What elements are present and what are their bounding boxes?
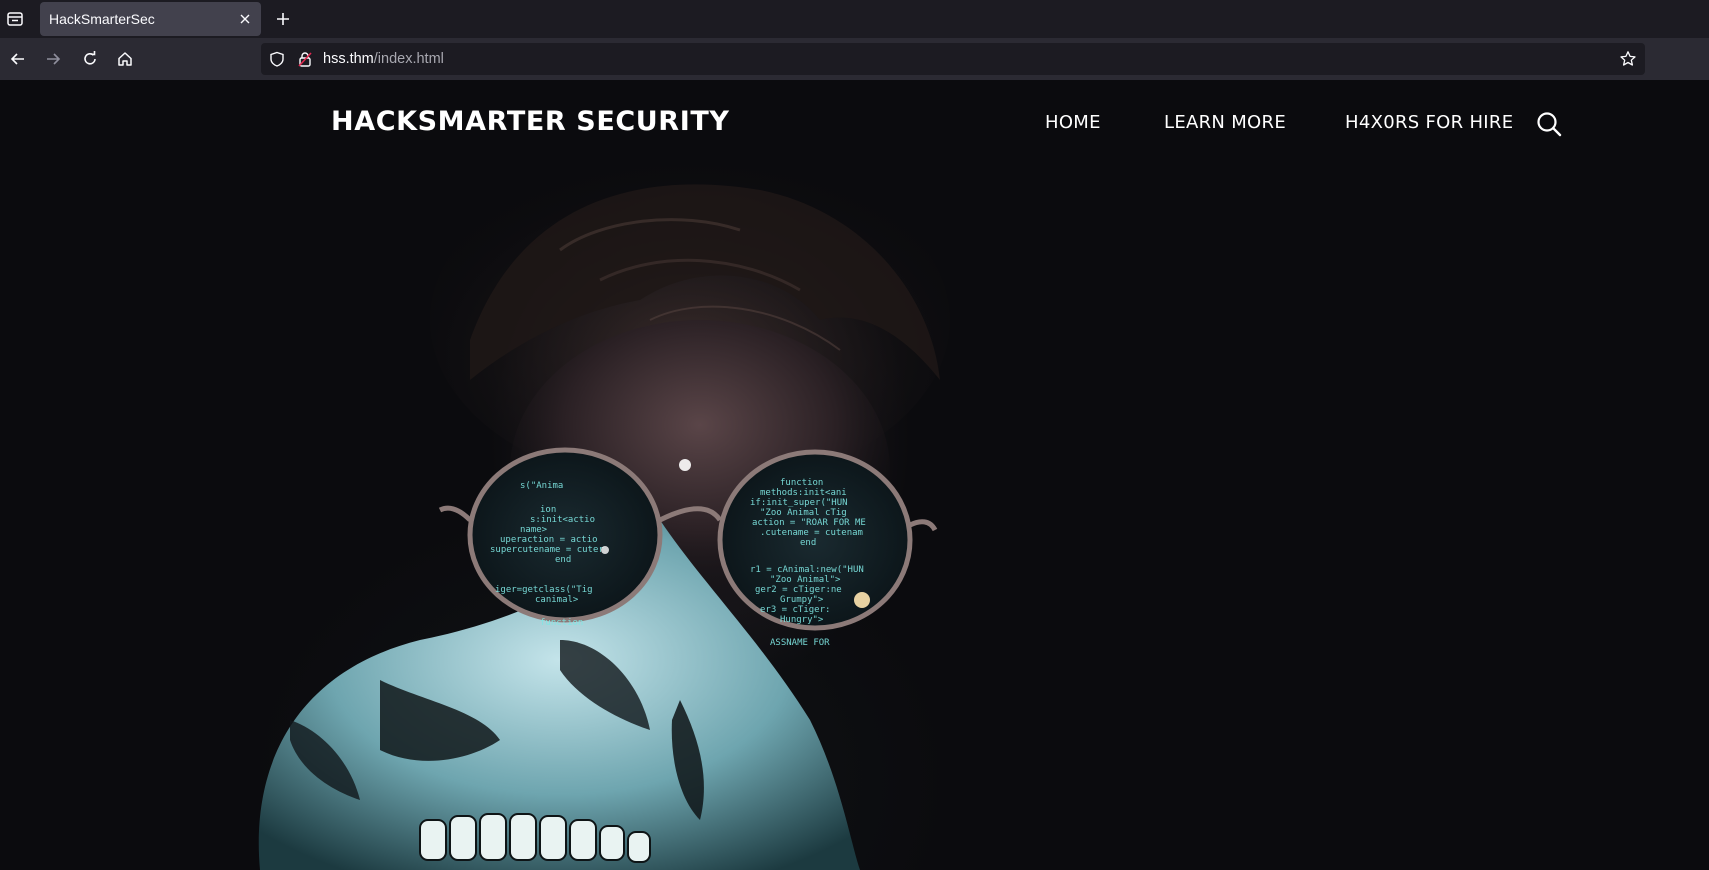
close-icon[interactable] [237, 11, 253, 27]
site-header: HACKSMARTER SECURITY HOME LEARN MORE H4X… [0, 80, 1709, 170]
svg-text:end: end [555, 555, 571, 565]
browser-nav-bar: hss.thm/index.html [0, 38, 1709, 80]
svg-text:methods:init<ani: methods:init<ani [760, 488, 847, 498]
svg-text:Hungry">: Hungry"> [780, 615, 824, 625]
svg-text:r1 = cAnimal:new("HUN: r1 = cAnimal:new("HUN [750, 565, 864, 575]
svg-text:iger=getclass("Tig: iger=getclass("Tig [495, 585, 593, 595]
star-icon[interactable] [1619, 50, 1637, 73]
url-path: /index.html [373, 51, 444, 67]
web-page: s("Anima ion s:init<actio name> uperacti… [0, 80, 1709, 870]
back-arrow-icon[interactable] [6, 47, 30, 71]
tab-list-icon[interactable] [2, 6, 28, 32]
svg-text:ion: ion [540, 505, 556, 515]
svg-text:s("Anima: s("Anima [520, 481, 563, 491]
svg-text:function: function [540, 618, 583, 628]
svg-text:s:init<actio: s:init<actio [530, 515, 595, 525]
reload-icon[interactable] [78, 47, 102, 71]
svg-text:Grumpy">: Grumpy"> [780, 595, 824, 605]
browser-tab[interactable]: HackSmarterSec [40, 2, 261, 36]
svg-text:er3 = cTiger:: er3 = cTiger: [760, 605, 830, 615]
svg-text:end: end [800, 538, 816, 548]
svg-text:action = "ROAR FOR ME: action = "ROAR FOR ME [752, 518, 866, 528]
forward-arrow-icon[interactable] [41, 47, 65, 71]
url-host: hss.thm [323, 51, 374, 67]
svg-text:ger2 = cTiger:ne: ger2 = cTiger:ne [755, 585, 842, 595]
svg-text:uperaction = actio: uperaction = actio [500, 535, 598, 545]
lock-icon[interactable] [297, 51, 313, 72]
tab-title: HackSmarterSec [49, 11, 155, 27]
hero-image: s("Anima ion s:init<actio name> uperacti… [258, 150, 950, 870]
address-bar[interactable]: hss.thm/index.html [261, 43, 1645, 75]
url-text[interactable]: hss.thm/index.html [323, 51, 444, 67]
nav-hackers-for-hire[interactable]: H4X0RS FOR HIRE [1345, 112, 1513, 133]
home-icon[interactable] [113, 47, 137, 71]
plus-icon[interactable] [272, 8, 294, 30]
svg-text:ASSNAME FOR: ASSNAME FOR [770, 638, 830, 648]
svg-text:function: function [780, 478, 823, 488]
nav-learn-more[interactable]: LEARN MORE [1164, 112, 1286, 133]
site-logo[interactable]: HACKSMARTER SECURITY [331, 106, 730, 137]
svg-text:canimal>: canimal> [535, 595, 579, 605]
svg-text:"Zoo Animal">: "Zoo Animal"> [770, 575, 841, 585]
shield-icon[interactable] [269, 51, 285, 72]
svg-text:if:init_super("HUN: if:init_super("HUN [750, 498, 848, 508]
svg-text:supercutename = cuter: supercutename = cuter [490, 545, 604, 555]
svg-text:"Zoo Animal cTig: "Zoo Animal cTig [760, 508, 847, 518]
browser-tab-bar: HackSmarterSec [0, 0, 1709, 38]
nav-home[interactable]: HOME [1045, 112, 1101, 133]
svg-text:.cutename = cutenam: .cutename = cutenam [760, 528, 863, 538]
search-icon[interactable] [1535, 110, 1563, 138]
svg-text:name>: name> [520, 525, 548, 535]
